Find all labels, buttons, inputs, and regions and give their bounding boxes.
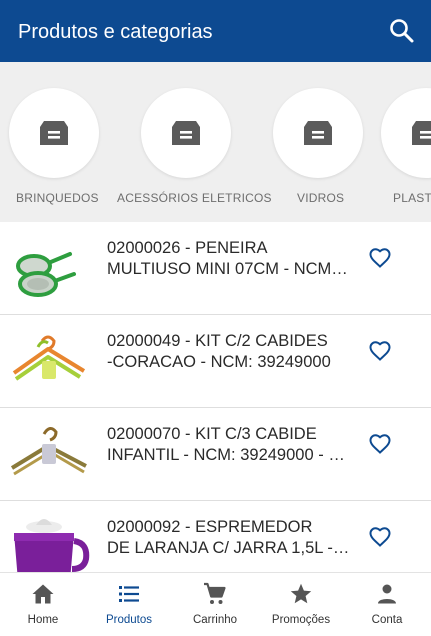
favorite-button[interactable] xyxy=(368,432,392,456)
list-icon xyxy=(119,586,139,602)
star-icon xyxy=(290,583,312,604)
category-carousel[interactable]: BRINQUEDOS ACESSÓRIOS ELETRICOS VIDROS P… xyxy=(0,62,431,222)
nav-label: Conta xyxy=(371,614,403,626)
product-name: 02000049 - KIT C/2 CABIDES -CORACAO - NC… xyxy=(107,332,331,371)
category-label: PLAST xyxy=(393,191,431,205)
product-name: 02000070 - KIT C/3 CABIDE INFANTIL - NCM… xyxy=(107,425,352,464)
nav-promocoes[interactable]: Promoções xyxy=(258,573,344,636)
home-icon xyxy=(32,584,54,604)
product-image-child-hangers xyxy=(8,420,90,488)
category-acessorios-eletricos[interactable]: ACESSÓRIOS ELETRICOS xyxy=(110,62,272,222)
page-title: Produtos e categorias xyxy=(18,21,213,43)
product-item[interactable]: 02000070 - KIT C/3 CABIDE INFANTIL - NCM… xyxy=(0,408,431,501)
product-item[interactable]: 02000049 - KIT C/2 CABIDES -CORACAO - NC… xyxy=(0,315,431,408)
search-icon xyxy=(390,19,414,43)
heart-outline-icon xyxy=(369,248,391,268)
product-item[interactable]: 02000026 - PENEIRA MULTIUSO MINI 07CM - … xyxy=(0,222,431,315)
product-name: 02000026 - PENEIRA MULTIUSO MINI 07CM - … xyxy=(107,239,352,278)
product-image-hangers xyxy=(8,327,90,395)
heart-outline-icon xyxy=(369,527,391,547)
category-circle xyxy=(273,88,363,178)
product-image-juicer xyxy=(8,513,90,572)
category-placeholder-icon xyxy=(40,121,68,145)
favorite-button[interactable] xyxy=(368,339,392,363)
search-button[interactable] xyxy=(388,17,416,45)
category-label: BRINQUEDOS xyxy=(16,191,99,205)
product-list[interactable]: 02000026 - PENEIRA MULTIUSO MINI 07CM - … xyxy=(0,222,431,572)
category-placeholder-icon xyxy=(304,121,332,145)
product-item[interactable]: 02000092 - ESPREMEDOR DE LARANJA C/ JARR… xyxy=(0,501,431,572)
category-placeholder-icon xyxy=(412,121,431,145)
category-label: VIDROS xyxy=(297,191,345,205)
nav-conta[interactable]: Conta xyxy=(344,573,430,636)
category-label: ACESSÓRIOS ELETRICOS xyxy=(117,191,272,205)
favorite-button[interactable] xyxy=(368,246,392,270)
category-circle xyxy=(381,88,431,178)
nav-label: Home xyxy=(27,614,59,626)
favorite-button[interactable] xyxy=(368,525,392,549)
nav-label: Carrinho xyxy=(192,614,238,626)
product-name: 02000092 - ESPREMEDOR DE LARANJA C/ JARR… xyxy=(107,518,352,557)
heart-outline-icon xyxy=(369,434,391,454)
cart-icon xyxy=(204,582,226,604)
category-placeholder-icon xyxy=(172,121,200,145)
nav-label: Produtos xyxy=(105,614,153,626)
nav-carrinho[interactable]: Carrinho xyxy=(172,573,258,636)
product-image-sieve xyxy=(8,234,90,302)
bottom-navigation: Home Produtos Carrinho Promoções Conta xyxy=(0,572,431,636)
category-circle xyxy=(9,88,99,178)
nav-label: Promoções xyxy=(271,614,331,626)
heart-outline-icon xyxy=(369,341,391,361)
person-icon xyxy=(378,584,396,604)
category-circle xyxy=(141,88,231,178)
category-plast[interactable]: PLAST xyxy=(380,62,431,222)
nav-home[interactable]: Home xyxy=(0,573,86,636)
app-bar: Produtos e categorias xyxy=(0,0,431,62)
nav-produtos[interactable]: Produtos xyxy=(86,573,172,636)
